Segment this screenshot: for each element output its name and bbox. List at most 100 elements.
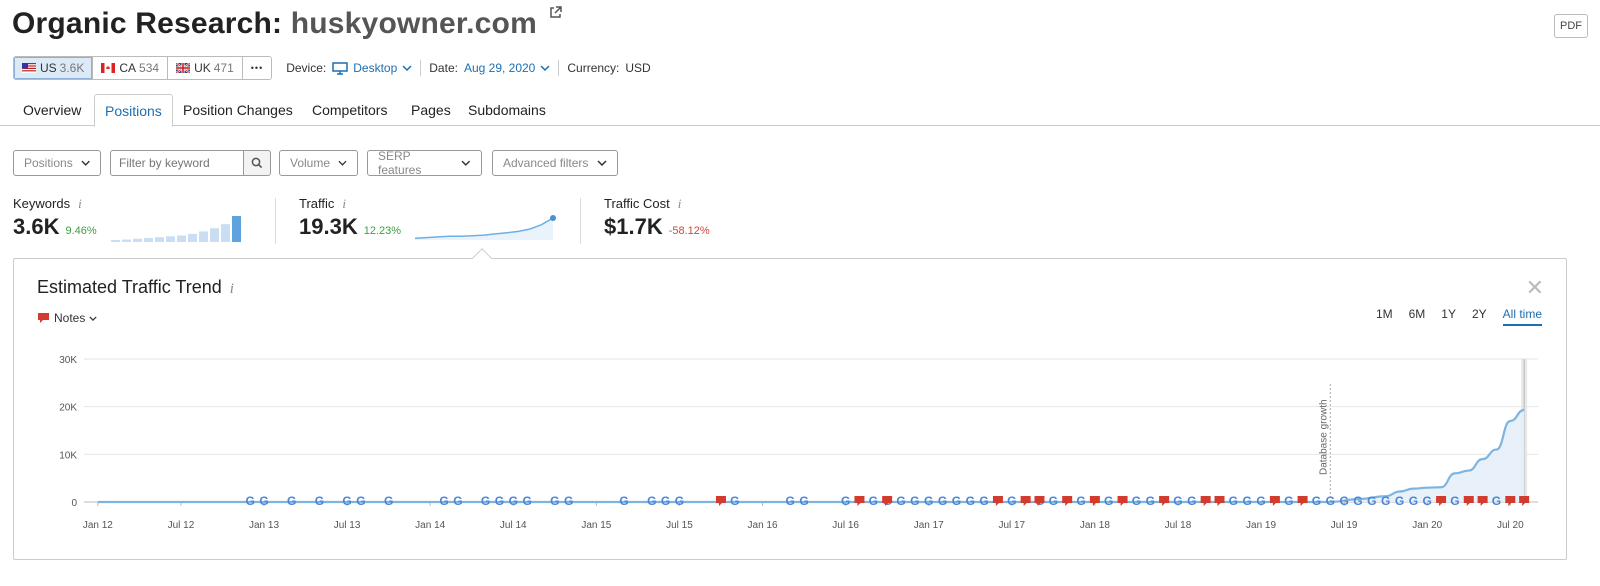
keywords-spark-bar (232, 216, 241, 242)
google-update-icon: G (1243, 494, 1252, 508)
keywords-spark-bar (133, 238, 142, 242)
google-update-icon: G (522, 494, 531, 508)
traffic-cost-change: -58.12% (668, 225, 710, 237)
google-update-icon: G (799, 494, 808, 508)
google-update-icon: G (1229, 494, 1238, 508)
tab-subdomains[interactable]: Subdomains (458, 94, 556, 126)
traffic-cost-label: Traffic Cost (604, 196, 670, 211)
google-update-icon: G (1395, 494, 1404, 508)
divider (558, 60, 560, 76)
traffic-cost-metric[interactable]: Traffic Cost i $1.7K -58.12% (604, 196, 710, 240)
note-marker-icon (1062, 496, 1073, 506)
tab-overview[interactable]: Overview (13, 94, 91, 126)
db-us-code: US (40, 61, 57, 75)
tab-positions[interactable]: Positions (94, 94, 173, 127)
google-update-icon: G (1423, 494, 1432, 508)
keywords-spark-bar (144, 237, 153, 242)
more-databases-button[interactable]: ••• (242, 57, 272, 79)
traffic-line (97, 408, 1525, 504)
traffic-metric[interactable]: Traffic i 19.3K 12.23% (299, 196, 401, 240)
x-tick-label: Jan 19 (1246, 520, 1276, 531)
domain-link[interactable]: huskyowner.com (291, 7, 537, 40)
date-label: Date: (429, 61, 458, 75)
google-update-icon: G (1353, 494, 1362, 508)
divider (420, 60, 422, 76)
google-update-icon: G (1104, 494, 1113, 508)
positions-filter[interactable]: Positions (13, 150, 101, 176)
keyword-filter-input[interactable] (110, 150, 244, 176)
google-update-icon: G (259, 494, 268, 508)
google-update-icon: G (384, 494, 393, 508)
traffic-trend-chart[interactable]: 0 10K 20K 30K Jan 12 Jul 12 Jan 13 Jul 13 Jan 14… (14, 259, 1566, 559)
x-tick-label: Jul 19 (1331, 520, 1358, 531)
google-update-icon: G (869, 494, 878, 508)
db-ca-button[interactable]: CA 534 (93, 57, 169, 79)
google-update-icon: G (1049, 494, 1058, 508)
tab-position-changes[interactable]: Position Changes (173, 94, 303, 126)
google-update-icon: G (453, 494, 462, 508)
x-tick-label: Jan 17 (914, 520, 944, 531)
desktop-icon (332, 61, 348, 75)
keywords-spark-bar (155, 237, 164, 242)
x-tick-label: Jan 15 (581, 520, 611, 531)
google-update-icon: G (1076, 494, 1085, 508)
serp-features-filter[interactable]: SERP features (367, 149, 482, 177)
date-dropdown[interactable]: Aug 29, 2020 (464, 61, 550, 75)
google-update-icon: G (1007, 494, 1016, 508)
google-update-icon: G (979, 494, 988, 508)
pdf-button[interactable]: PDF (1554, 14, 1588, 38)
external-link-icon[interactable] (549, 6, 563, 24)
google-update-icon: G (938, 494, 947, 508)
search-icon (251, 157, 263, 169)
keywords-spark-bar (177, 235, 186, 242)
google-update-icon: G (841, 494, 850, 508)
google-update-icon: G (509, 494, 518, 508)
x-tick-label: Jul 14 (500, 520, 527, 531)
database-selector: US 3.6K CA 534 UK 471 ••• (13, 56, 273, 80)
x-tick-label: Jan 20 (1412, 520, 1442, 531)
db-uk-button[interactable]: UK 471 (168, 57, 243, 79)
google-update-icon: G (1409, 494, 1418, 508)
tab-pages[interactable]: Pages (401, 94, 461, 126)
keywords-spark-bar (122, 239, 131, 242)
note-marker-icon (1477, 496, 1488, 506)
y-tick-label: 0 (71, 498, 77, 509)
device-label: Device: (286, 61, 327, 75)
keyword-search-button[interactable] (244, 150, 271, 176)
note-marker-icon (1200, 496, 1211, 506)
google-update-icon: G (896, 494, 905, 508)
us-flag-icon (22, 63, 36, 73)
chevron-down-icon (338, 160, 347, 166)
volume-filter-label: Volume (290, 156, 331, 170)
divider (275, 198, 276, 244)
tab-competitors[interactable]: Competitors (302, 94, 397, 126)
chevron-down-icon (81, 160, 90, 166)
google-update-icon: G (550, 494, 559, 508)
traffic-area (97, 410, 1525, 502)
db-us-button[interactable]: US 3.6K (14, 57, 94, 79)
info-icon[interactable]: i (342, 196, 346, 211)
note-marker-icon (1117, 496, 1128, 506)
db-ca-code: CA (119, 61, 137, 75)
x-tick-label: Jan 12 (83, 520, 113, 531)
x-tick-label: Jan 18 (1080, 520, 1110, 531)
keywords-sparkline (111, 216, 241, 242)
traffic-sparkline (415, 215, 556, 240)
google-update-icon: G (661, 494, 670, 508)
google-update-icon: G (910, 494, 919, 508)
note-marker-icon (1020, 496, 1031, 506)
info-icon[interactable]: i (78, 196, 82, 211)
note-marker-icon (1436, 496, 1447, 506)
keywords-spark-bar (221, 224, 230, 242)
google-update-icon: G (495, 494, 504, 508)
google-update-icon: G (1284, 494, 1293, 508)
keywords-metric[interactable]: Keywords i 3.6K 9.46% (13, 196, 97, 240)
google-update-icon: G (245, 494, 254, 508)
advanced-filters-button[interactable]: Advanced filters (492, 150, 618, 176)
x-tick-label: Jul 16 (832, 520, 859, 531)
device-dropdown[interactable]: Desktop (332, 61, 412, 75)
traffic-label: Traffic (299, 196, 335, 211)
x-tick-label: Jul 13 (334, 520, 361, 531)
info-icon[interactable]: i (678, 196, 682, 211)
volume-filter[interactable]: Volume (279, 150, 358, 176)
